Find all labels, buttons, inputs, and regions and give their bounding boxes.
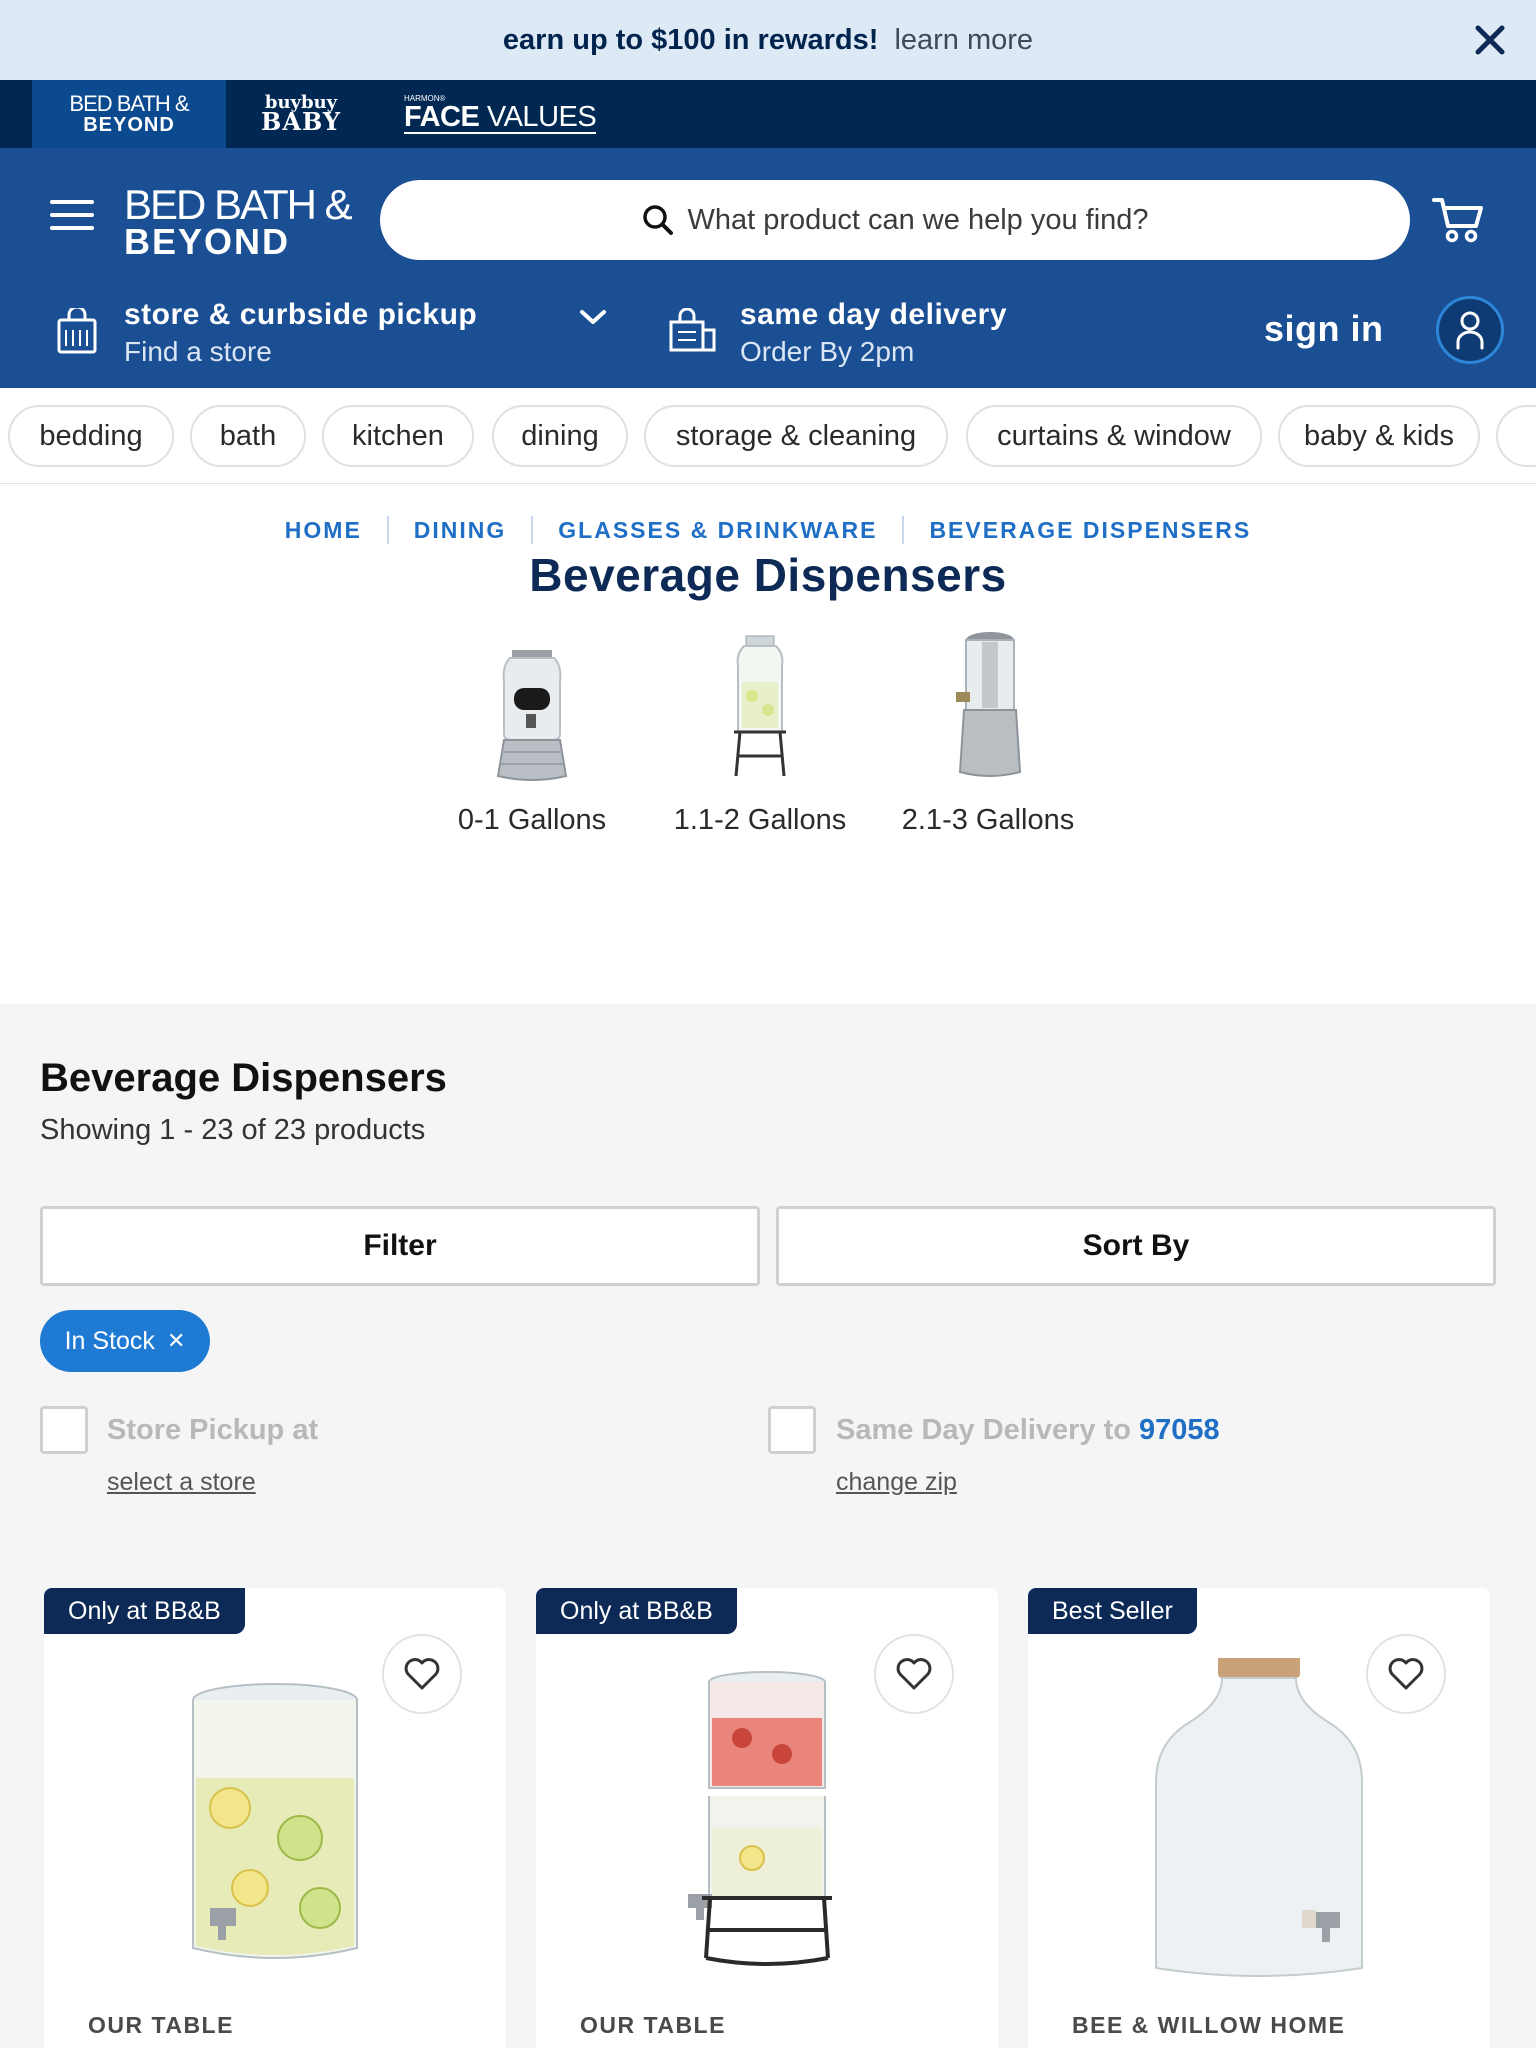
category-pill-storage-cleaning[interactable]: storage & cleaning	[644, 405, 948, 467]
category-pill-bath[interactable]: bath	[190, 405, 306, 467]
filter-button[interactable]: Filter	[40, 1206, 760, 1286]
promo-text: earn up to $100 in rewards!	[502, 23, 879, 56]
product-badge: Best Seller	[1028, 1588, 1197, 1634]
breadcrumb-beverage-dispensers[interactable]: BEVERAGE DISPENSERS	[904, 517, 1276, 544]
product-listing: Beverage Dispensers Showing 1 - 23 of 23…	[0, 1004, 1536, 2048]
breadcrumb-glasses-drinkware[interactable]: GLASSES & DRINKWARE	[533, 517, 902, 544]
site-logo[interactable]: BED BATH & BEYOND	[124, 184, 353, 260]
product-badge: Only at BB&B	[536, 1588, 737, 1634]
in-stock-chip[interactable]: In Stock ✕	[40, 1310, 210, 1372]
capacity-filter-2-3[interactable]: 2.1-3 Gallons	[898, 622, 1078, 839]
promo-banner: earn up to $100 in rewards! learn more	[0, 0, 1536, 80]
same-day-title: same day delivery	[740, 298, 1008, 331]
sort-by-button[interactable]: Sort By	[776, 1206, 1496, 1286]
sign-in-link[interactable]: sign in	[1264, 308, 1384, 350]
zip-code[interactable]: 97058	[1139, 1414, 1220, 1446]
change-zip-link[interactable]: change zip	[836, 1468, 957, 1497]
close-icon[interactable]	[1470, 20, 1510, 60]
breadcrumb: HOME DINING GLASSES & DRINKWARE BEVERAGE…	[0, 512, 1536, 548]
product-image	[192, 1683, 358, 1959]
close-icon[interactable]: ✕	[167, 1328, 185, 1354]
dispenser-thumbnail	[734, 635, 786, 777]
product-brand: OUR TABLE	[580, 2012, 726, 2038]
category-pill-baby-kids[interactable]: baby & kids	[1278, 405, 1480, 467]
capacity-filter-1-2[interactable]: 1.1-2 Gallons	[670, 622, 850, 839]
product-image	[688, 1671, 832, 1966]
category-pill-dining[interactable]: dining	[492, 405, 628, 467]
product-card[interactable]: Only at BB&B OUR TABLE	[44, 1588, 506, 2048]
product-image	[1155, 1658, 1363, 1977]
category-nav: bedding bath kitchen dining storage & cl…	[0, 388, 1536, 484]
breadcrumb-dining[interactable]: DINING	[389, 517, 532, 544]
same-day-delivery-selector[interactable]: same day delivery Order By 2pm	[664, 298, 1014, 368]
same-day-delivery-label: Same Day Delivery to 97058	[836, 1414, 1220, 1446]
category-pill-curtains-window[interactable]: curtains & window	[966, 405, 1262, 467]
brand-tab-face-values[interactable]: HARMON® FACE VALUES	[404, 80, 604, 148]
pickup-title: store & curbside pickup	[124, 298, 478, 331]
capacity-label: 2.1-3 Gallons	[901, 804, 1075, 836]
promo-learn-more-link[interactable]: learn more	[894, 24, 1033, 57]
brand-switcher: BED BATH & BEYOND buybuy BABY HARMON® FA…	[0, 80, 1536, 148]
capacity-filter-0-1[interactable]: 0-1 Gallons	[442, 622, 622, 839]
select-a-store-link[interactable]: select a store	[107, 1468, 256, 1497]
product-badge: Only at BB&B	[44, 1588, 245, 1634]
breadcrumb-home[interactable]: HOME	[260, 517, 387, 544]
page-title: Beverage Dispensers	[529, 549, 1007, 601]
product-count: Showing 1 - 23 of 23 products	[40, 1114, 426, 1146]
store-pickup-selector[interactable]: store & curbside pickup Find a store	[56, 298, 616, 368]
cart-icon[interactable]	[1430, 192, 1486, 248]
product-card[interactable]: Best Seller BEE & WILLOW HOME	[1028, 1588, 1490, 2048]
search-icon	[643, 205, 674, 235]
store-pickup-label: Store Pickup at	[107, 1414, 319, 1446]
search-placeholder: What product can we help you find?	[687, 203, 1149, 236]
delivery-box-icon	[669, 308, 716, 352]
product-card[interactable]: Only at BB&B OUR TABLE	[536, 1588, 998, 2048]
chevron-down-icon	[580, 310, 606, 324]
capacity-label: 0-1 Gallons	[457, 804, 607, 836]
category-pill-kitchen[interactable]: kitchen	[322, 405, 474, 467]
listing-title: Beverage Dispensers	[40, 1056, 447, 1100]
product-brand: BEE & WILLOW HOME	[1072, 2012, 1346, 2038]
same-day-sub: Order By 2pm	[740, 336, 915, 367]
search-input[interactable]: What product can we help you find?	[380, 180, 1410, 260]
category-pill-bedding[interactable]: bedding	[8, 405, 174, 467]
store-bag-icon	[57, 308, 97, 354]
site-header: BED BATH & BEYOND What product can we he…	[0, 148, 1536, 388]
product-brand: OUR TABLE	[88, 2012, 234, 2038]
hamburger-menu-icon[interactable]	[50, 200, 94, 236]
dispenser-thumbnail	[956, 632, 1022, 777]
user-icon	[1456, 311, 1484, 350]
dispenser-thumbnail	[496, 650, 568, 781]
category-pill-more[interactable]	[1496, 405, 1536, 467]
store-pickup-checkbox[interactable]	[40, 1406, 88, 1454]
capacity-label: 1.1-2 Gallons	[673, 804, 847, 836]
find-a-store-link[interactable]: Find a store	[124, 336, 272, 368]
brand-tab-buybuy-baby[interactable]: buybuy BABY	[258, 80, 344, 148]
chip-label: In Stock	[64, 1326, 155, 1355]
account-icon[interactable]	[1436, 296, 1504, 364]
same-day-delivery-checkbox[interactable]	[768, 1406, 816, 1454]
brand-tab-bed-bath-beyond[interactable]: BED BATH & BEYOND	[32, 80, 226, 148]
